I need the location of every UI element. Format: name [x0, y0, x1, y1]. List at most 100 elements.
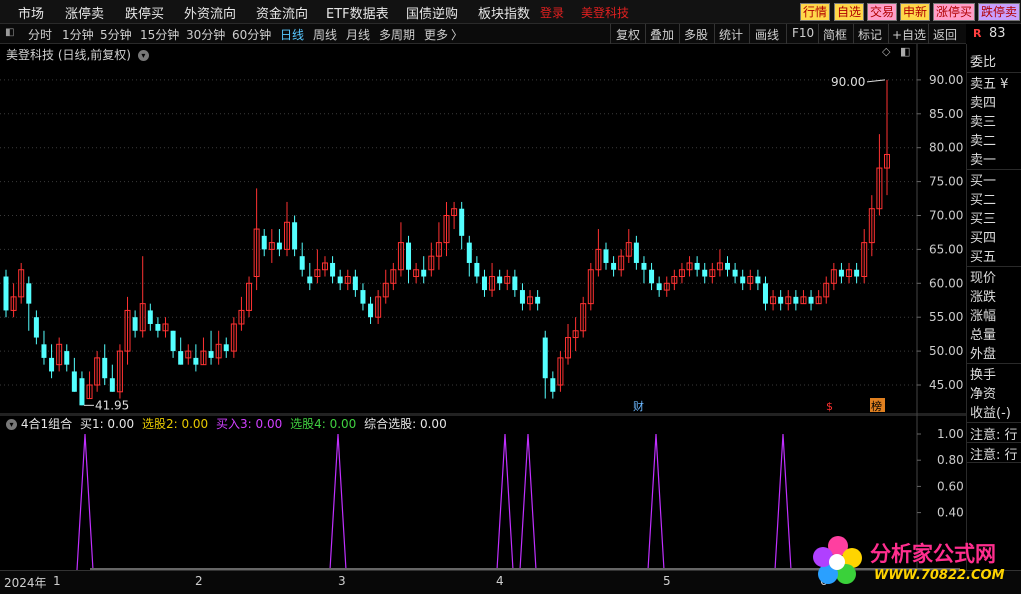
candle-body	[603, 249, 609, 263]
candle-body	[223, 344, 229, 352]
price-tick: 50.00	[929, 344, 963, 358]
price-tick: 65.00	[929, 242, 963, 256]
price-tick: 80.00	[929, 141, 963, 155]
candle-body	[26, 283, 32, 304]
candle-body	[421, 269, 427, 277]
menu-market[interactable]: 市场	[18, 3, 44, 22]
candle-body	[307, 276, 313, 284]
price-tick: 45.00	[929, 378, 963, 392]
rp-buy1: 买一	[970, 174, 997, 189]
rp-weibi: 委比	[970, 55, 997, 70]
menu-login[interactable]: 登录	[540, 4, 564, 21]
menu-stock-name[interactable]: 美登科技	[581, 4, 629, 21]
tab-weekly[interactable]: 周线	[313, 26, 337, 43]
timeline-month-2: 2	[195, 574, 203, 588]
indicator-toggle-icon[interactable]: ▾	[6, 419, 17, 430]
rp-buy5: 买五	[970, 250, 997, 265]
tab-15min[interactable]: 15分钟	[140, 26, 179, 43]
panel-toggle-icon[interactable]: ◧	[5, 27, 14, 38]
candle-body	[542, 337, 548, 379]
quick-button-ipo[interactable]: 申新	[900, 3, 931, 21]
candle-body	[3, 276, 9, 311]
menu-etf-table[interactable]: ETF数据表	[326, 3, 389, 22]
rp-turnover: 换手	[970, 368, 997, 383]
quick-button-limit-down-sell[interactable]: 跌停卖	[978, 3, 1021, 21]
period-toolbar: ◧ 分时 1分钟 5分钟 15分钟 30分钟 60分钟 日线 周线 月线 多周期…	[0, 24, 966, 44]
tab-30min[interactable]: 30分钟	[186, 26, 225, 43]
candle-body	[550, 378, 556, 392]
rp-sell1: 卖一	[970, 153, 997, 168]
btn-back[interactable]: 返回	[933, 26, 957, 43]
tab-intraday[interactable]: 分时	[28, 26, 52, 43]
low-price-label: 41.95	[95, 398, 129, 412]
rank-marker: 榜	[871, 399, 882, 413]
watermark: 分析家公式网 WWW.70822.COM	[810, 532, 1010, 590]
indicator-name[interactable]: 4合1组合	[21, 417, 72, 431]
rp-notice-2[interactable]: 注意: 行	[970, 444, 1018, 463]
candle-body	[33, 317, 39, 338]
rp-notice-1[interactable]: 注意: 行	[970, 424, 1018, 443]
menu-capital-flow[interactable]: 资金流向	[256, 3, 308, 22]
candle-body	[406, 242, 412, 270]
dollar-marker: $	[826, 400, 833, 413]
candle-body	[368, 303, 374, 318]
indicator-buy1: 买1: 0.00	[79, 417, 135, 431]
menu-foreign-flow[interactable]: 外资流向	[184, 3, 236, 22]
indicator-spike	[329, 433, 347, 570]
candlestick-chart[interactable]: 90.00 85.00 80.00 75.00 70.00 65.00 60.00 55.00…	[0, 44, 966, 415]
tab-daily[interactable]: 日线	[280, 26, 304, 43]
candle-body	[299, 256, 305, 270]
candle-body	[193, 357, 199, 365]
tab-60min[interactable]: 60分钟	[232, 26, 271, 43]
candle-body	[694, 262, 700, 270]
btn-overlay[interactable]: 叠加	[650, 26, 674, 43]
btn-adjust[interactable]: 复权	[616, 26, 640, 43]
menu-sector-index[interactable]: 板块指数	[478, 3, 530, 22]
rp-sell4: 卖四	[970, 96, 997, 111]
candle-body	[519, 290, 525, 304]
tab-monthly[interactable]: 月线	[346, 26, 370, 43]
quick-button-limit-up-buy[interactable]: 涨停买	[933, 3, 976, 21]
btn-draw-line[interactable]: 画线	[755, 26, 779, 43]
tab-more[interactable]: 更多	[424, 26, 448, 43]
candle-body	[702, 269, 708, 277]
more-arrow-icon[interactable]: 〉	[451, 26, 463, 43]
rp-price: 现价	[970, 271, 997, 286]
tab-1min[interactable]: 1分钟	[62, 26, 94, 43]
indicator-tick: 0.60	[937, 479, 964, 493]
btn-f10[interactable]: F10	[792, 26, 814, 40]
timeline-month-4: 4	[496, 574, 504, 588]
candle-body	[261, 235, 267, 250]
quick-button-trade[interactable]: 交易	[867, 3, 898, 21]
btn-statistics[interactable]: 统计	[719, 26, 743, 43]
candle-body	[337, 276, 343, 284]
quick-button-watchlist[interactable]: 自选	[834, 3, 865, 21]
btn-simple-frame[interactable]: 简框	[823, 26, 847, 43]
timeline-year: 2024年	[4, 576, 47, 590]
candle-body	[535, 296, 541, 304]
menu-treasury-repo[interactable]: 国债逆购	[406, 3, 458, 22]
quick-button-quote[interactable]: 行情	[800, 3, 831, 21]
tab-5min[interactable]: 5分钟	[100, 26, 132, 43]
candle-body	[732, 269, 738, 277]
candle-body	[740, 276, 746, 284]
candle-body	[330, 262, 336, 277]
rp-change: 涨跌	[970, 290, 997, 305]
rp-buy3: 买三	[970, 212, 997, 227]
btn-multi-stock[interactable]: 多股	[684, 26, 708, 43]
candle-body	[778, 296, 784, 304]
candle-body	[497, 276, 503, 284]
menu-limit-up-sell[interactable]: 涨停卖	[65, 3, 104, 22]
candle-body	[155, 323, 161, 331]
candle-body	[71, 371, 77, 392]
r-number: 83	[989, 26, 1006, 41]
price-tick: 55.00	[929, 310, 963, 324]
indicator-select2: 选股2: 0.00	[141, 417, 209, 431]
btn-mark[interactable]: 标记	[858, 26, 882, 43]
tab-multi-period[interactable]: 多周期	[379, 26, 415, 43]
candle-body	[793, 296, 799, 304]
btn-add-watchlist[interactable]: +自选	[892, 26, 926, 43]
price-tick: 90.00	[929, 73, 963, 87]
menu-limit-down-buy[interactable]: 跌停买	[125, 3, 164, 22]
price-tick: 70.00	[929, 209, 963, 223]
